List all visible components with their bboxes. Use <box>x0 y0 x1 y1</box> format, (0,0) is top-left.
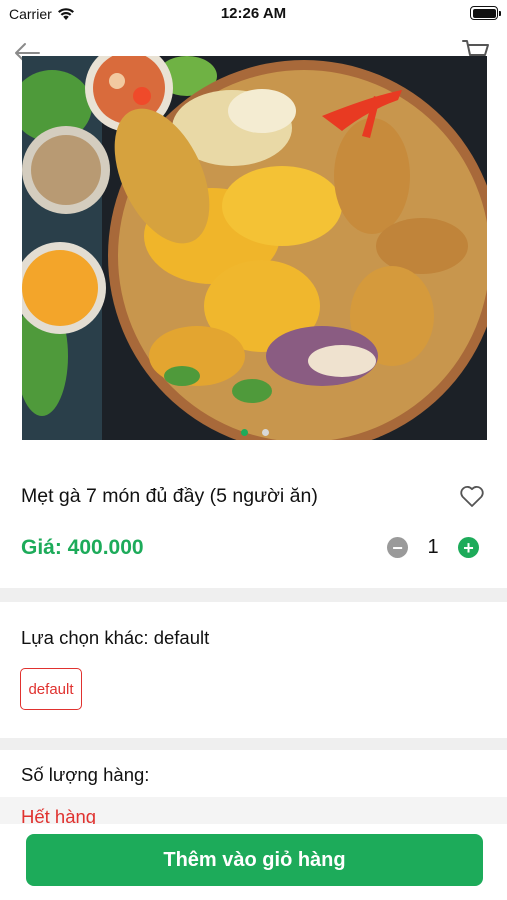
option-chip-default[interactable]: default <box>20 668 82 710</box>
plus-circle-icon[interactable]: + <box>458 537 479 558</box>
carousel-indicator <box>22 429 487 436</box>
stock-section: Số lượng hàng: Hết hàng <box>0 750 507 824</box>
stock-label: Số lượng hàng: <box>21 764 150 785</box>
section-divider <box>0 738 507 750</box>
status-bar: Carrier 12:26 AM <box>0 0 507 28</box>
add-to-cart-button[interactable]: Thêm vào giỏ hàng <box>26 834 483 886</box>
product-price: Giá: 400.000 <box>21 536 144 559</box>
product-info: Mẹt gà 7 món đủ đầy (5 người ăn) Giá: 40… <box>0 472 507 588</box>
product-name: Mẹt gà 7 món đủ đầy (5 người ăn) <box>21 485 318 507</box>
heart-outline-icon <box>460 485 484 507</box>
stock-status-row: Hết hàng <box>0 797 507 824</box>
quantity-stepper: − 1 + <box>387 536 479 559</box>
section-divider <box>0 588 507 602</box>
carousel-dot[interactable] <box>261 429 269 436</box>
options-section: Lựa chọn khác: default default <box>0 602 507 738</box>
quantity-value: 1 <box>427 536 439 558</box>
stock-status: Hết hàng <box>21 806 97 824</box>
favorite-button[interactable] <box>458 482 486 510</box>
status-time: 12:26 AM <box>220 5 287 22</box>
bottom-action-bar: Thêm vào giỏ hàng <box>0 824 507 900</box>
product-photo <box>22 56 487 440</box>
options-label: Lựa chọn khác: default <box>21 627 210 648</box>
minus-circle-icon[interactable]: − <box>387 537 408 558</box>
carousel-dot-active[interactable] <box>240 429 248 436</box>
product-image-carousel[interactable] <box>22 56 487 440</box>
battery-icon <box>470 6 501 20</box>
